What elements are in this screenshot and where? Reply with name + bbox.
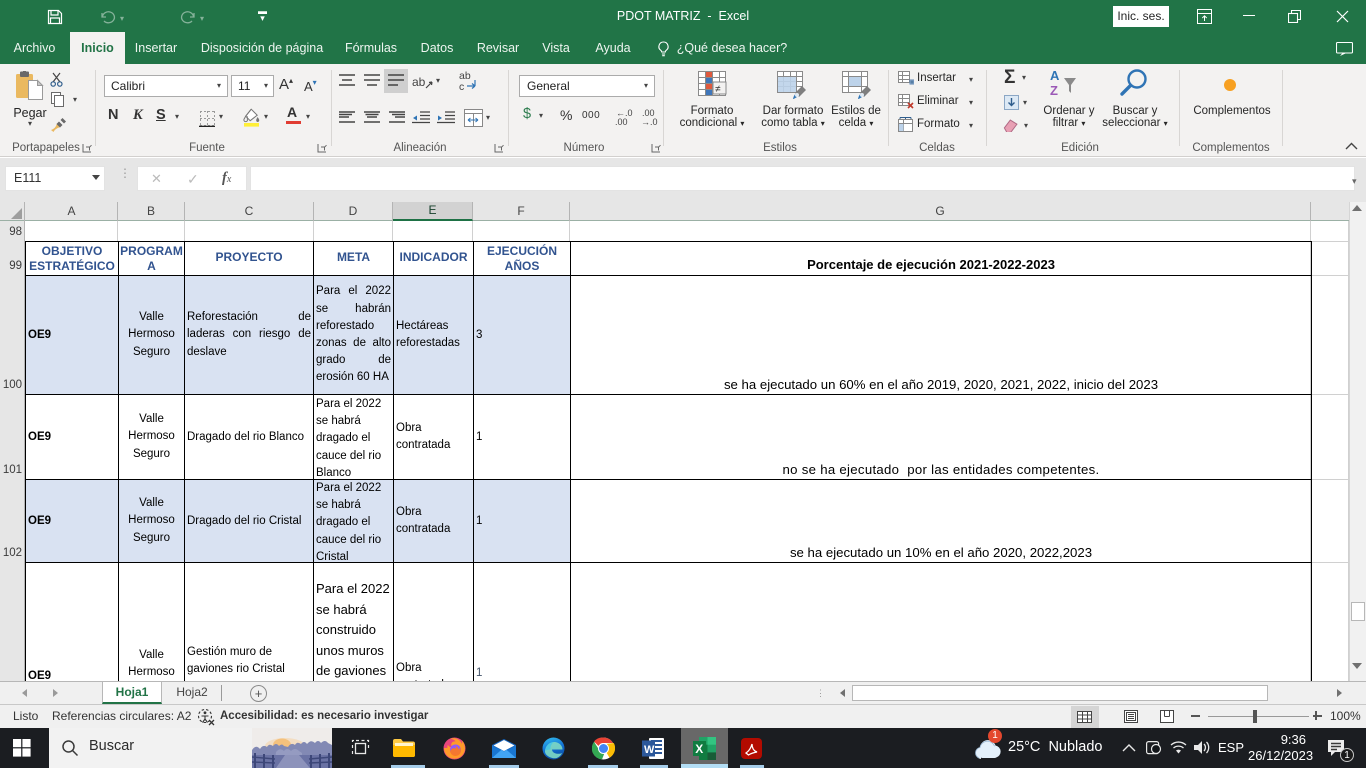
- svg-text:≠: ≠: [715, 84, 721, 95]
- svg-text:ab: ab: [412, 75, 426, 89]
- svg-text:→.0: →.0: [641, 117, 658, 127]
- svg-text:X: X: [695, 742, 703, 756]
- svg-text:Z: Z: [1050, 83, 1058, 98]
- svg-text:c: c: [459, 81, 464, 92]
- svg-text:.00: .00: [615, 117, 628, 127]
- svg-text:W: W: [644, 744, 655, 756]
- svg-text:A: A: [1050, 68, 1060, 83]
